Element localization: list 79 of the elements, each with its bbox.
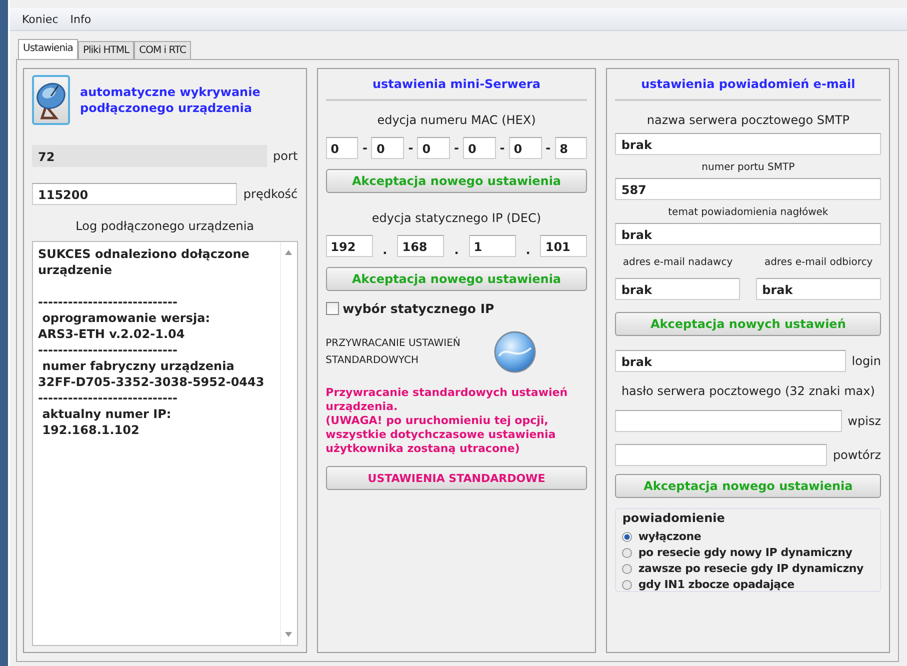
- log-line: ARS3-ETH v.2.02-1.04: [38, 327, 185, 341]
- separator: .: [382, 243, 388, 257]
- repeat-password-field[interactable]: [615, 444, 827, 466]
- mac-field[interactable]: 0: [508, 137, 542, 159]
- log-line: SUKCES odnaleziono dołączone urządzenie: [38, 247, 250, 277]
- password-field[interactable]: [615, 410, 842, 432]
- speed-label: prędkość: [243, 187, 298, 201]
- login-label: login: [852, 354, 881, 368]
- port-label: port: [273, 149, 298, 163]
- log-line: ----------------------------: [38, 391, 178, 405]
- radio-label: wyłączone: [638, 530, 702, 543]
- radio-button[interactable]: [622, 580, 632, 590]
- separator: .: [454, 243, 459, 257]
- mac-field[interactable]: 0: [371, 137, 404, 159]
- ip-field[interactable]: 1: [468, 235, 516, 257]
- smtp-port-label: numer portu SMTP: [700, 162, 796, 173]
- scroll-up-icon[interactable]: [285, 250, 292, 255]
- log-line: numer fabryczny urządzenia: [41, 359, 234, 373]
- log-line: oprogramowanie wersja:: [41, 311, 210, 325]
- ip-field[interactable]: 101: [540, 235, 588, 257]
- radio-label: gdy IN1 zbocze opadające: [638, 578, 794, 591]
- subject-field[interactable]: brak: [615, 223, 881, 245]
- menu-item[interactable]: Info: [70, 12, 92, 26]
- separator: -: [546, 141, 551, 155]
- globe-button-icon[interactable]: [493, 330, 538, 374]
- log-title: Log podłączonego urządzenia: [74, 219, 256, 233]
- separator: -: [362, 141, 368, 155]
- smtp-port-field[interactable]: 587: [615, 178, 881, 200]
- ip-field[interactable]: 192: [326, 235, 373, 257]
- sender-field[interactable]: brak: [615, 278, 740, 300]
- mac-field[interactable]: 0: [463, 137, 496, 159]
- mac-field[interactable]: 8: [554, 137, 588, 159]
- mac-label: edycja numeru MAC (HEX): [376, 113, 537, 127]
- ip-field[interactable]: 168: [397, 235, 444, 257]
- radio-button[interactable]: [622, 532, 632, 542]
- separator: -: [500, 141, 505, 155]
- group-title: powiadomienie: [622, 511, 726, 525]
- speed-field[interactable]: 115200: [32, 183, 238, 205]
- restore-defaults-button[interactable]: USTAWIENIA STANDARDOWE: [326, 466, 588, 490]
- repeat-label: powtórz: [832, 448, 881, 462]
- separator: -: [454, 141, 459, 155]
- separator: .: [526, 243, 530, 257]
- panel-title: ustawienia powiadomień e-mail: [640, 77, 856, 91]
- detect-label: automatyczne wykrywanie podłączonego urządzenia: [80, 84, 262, 116]
- log-line: ----------------------------: [38, 343, 178, 357]
- detect-button[interactable]: [32, 75, 70, 125]
- checkbox[interactable]: [326, 302, 339, 315]
- radio-button[interactable]: [622, 548, 632, 558]
- checkbox-label: wybór statycznego IP: [342, 301, 494, 316]
- smtp-server-field[interactable]: brak: [615, 133, 881, 155]
- recipient-field[interactable]: brak: [756, 278, 881, 300]
- log-line: ----------------------------: [38, 295, 178, 309]
- log-line: 32FF-D705-3352-3038-5952-0443: [38, 375, 264, 389]
- sender-label: adres e-mail nadawcy: [622, 257, 734, 268]
- radio-label: zawsze po resecie gdy IP dynamiczny: [638, 562, 864, 575]
- log-line: 192.168.1.102: [41, 423, 140, 437]
- restore-label: PRZYWRACANIE USTAWIEŃ STANDARDOWYCH: [326, 336, 462, 368]
- radio-button[interactable]: [622, 564, 632, 574]
- mac-field[interactable]: 0: [417, 137, 450, 159]
- ip-label: edycja statycznego IP (DEC): [370, 211, 542, 225]
- warning-text: Przywracanie standardowych ustawień urządzenia. (UWAGA! po uruchomieniu tej opcji, wszystkie dotychczasowe ustawienia użytkownika zostaną utracone): [326, 386, 569, 456]
- subject-label: temat powiadomienia nagłówek: [667, 207, 830, 218]
- mac-field[interactable]: 0: [326, 137, 358, 159]
- panel-title: ustawienia mini-Serwera: [372, 77, 542, 91]
- port-field[interactable]: 72: [32, 145, 268, 167]
- recipient-label: adres e-mail odbiorcy: [763, 257, 874, 268]
- menu-item[interactable]: Koniec: [22, 12, 58, 26]
- password-label: hasło serwera pocztowego (32 znaki max): [620, 384, 876, 398]
- smtp-label: nazwa serwera pocztowego SMTP: [646, 113, 850, 127]
- tab[interactable]: Ustawienia: [18, 39, 78, 59]
- tab[interactable]: Pliki HTML: [78, 41, 134, 59]
- log-line: aktualny numer IP:: [41, 407, 172, 421]
- tab[interactable]: COM i RTC: [134, 41, 191, 59]
- scroll-down-icon[interactable]: [285, 632, 292, 637]
- login-field[interactable]: brak: [615, 350, 846, 372]
- separator: -: [408, 141, 414, 155]
- radio-label: po resecie gdy nowy IP dynamiczny: [638, 546, 852, 559]
- enter-label: wpisz: [848, 414, 881, 428]
- satellite-dish-icon: [34, 80, 68, 120]
